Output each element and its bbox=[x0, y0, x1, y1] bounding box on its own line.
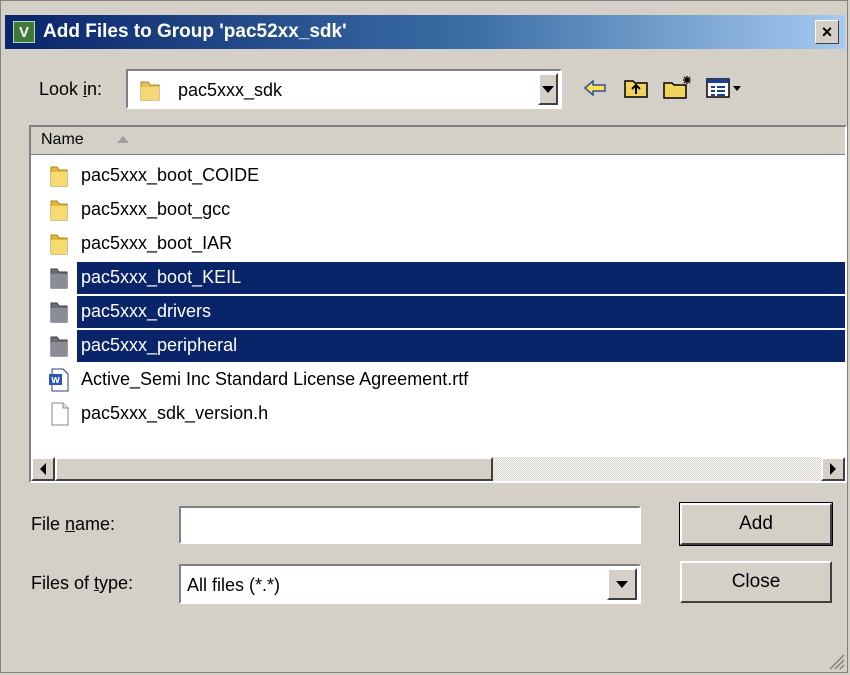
up-one-level-button[interactable] bbox=[621, 75, 651, 101]
window-title: Add Files to Group 'pac52xx_sdk' bbox=[43, 21, 347, 42]
look-in-value: pac5xxx_sdk bbox=[178, 80, 283, 100]
new-folder-icon bbox=[663, 76, 691, 99]
folder-icon bbox=[47, 164, 71, 188]
list-item-label: pac5xxx_boot_IAR bbox=[81, 233, 233, 253]
files-of-type-select[interactable]: All files (*.*) bbox=[179, 564, 641, 604]
files-of-type-value: All files (*.*) bbox=[187, 575, 281, 595]
look-in-label: Look in: bbox=[39, 79, 103, 99]
column-header-name[interactable]: Name bbox=[31, 127, 845, 155]
chevron-right-icon bbox=[830, 463, 836, 475]
list-item[interactable]: pac5xxx_boot_KEIL bbox=[31, 260, 845, 294]
list-item[interactable]: pac5xxx_drivers bbox=[31, 294, 845, 328]
scroll-right-button[interactable] bbox=[821, 457, 845, 481]
add-button[interactable]: Add bbox=[679, 502, 833, 546]
files-of-type-label: Files of type: bbox=[31, 573, 134, 593]
view-menu-button[interactable] bbox=[705, 75, 745, 101]
list-item-label: pac5xxx_peripheral bbox=[81, 335, 238, 355]
folder-icon bbox=[47, 232, 71, 256]
list-item-label: pac5xxx_sdk_version.h bbox=[81, 403, 269, 423]
close-window-button[interactable]: × bbox=[815, 20, 839, 44]
file-name-label: File name: bbox=[31, 514, 116, 534]
list-item[interactable]: W Active_Semi Inc Standard License Agreem… bbox=[31, 362, 845, 396]
word-document-icon: W bbox=[47, 368, 71, 392]
files-of-type-dropdown-button[interactable] bbox=[607, 568, 637, 600]
list-item-label: Active_Semi Inc Standard License Agreeme… bbox=[81, 369, 469, 389]
svg-text:W: W bbox=[51, 376, 60, 385]
look-in-combobox[interactable]: pac5xxx_sdk bbox=[126, 69, 562, 109]
back-arrow-icon bbox=[583, 79, 606, 97]
folder-icon bbox=[47, 334, 71, 358]
list-item-label: pac5xxx_boot_COIDE bbox=[81, 165, 260, 185]
view-menu-icon bbox=[706, 78, 741, 98]
chevron-down-icon bbox=[616, 580, 628, 588]
back-button[interactable] bbox=[581, 75, 609, 101]
list-item[interactable]: pac5xxx_sdk_version.h bbox=[31, 396, 845, 430]
column-header-label: Name bbox=[41, 131, 84, 148]
folder-icon bbox=[140, 81, 160, 101]
folder-icon bbox=[47, 266, 71, 290]
list-item[interactable]: pac5xxx_peripheral bbox=[31, 328, 845, 362]
scroll-left-button[interactable] bbox=[31, 457, 55, 481]
up-folder-icon bbox=[624, 80, 648, 98]
add-files-dialog: V Add Files to Group 'pac52xx_sdk' × Loo… bbox=[0, 0, 848, 673]
close-button[interactable]: Close bbox=[680, 561, 832, 603]
look-in-dropdown-button[interactable] bbox=[538, 73, 558, 105]
chevron-down-icon bbox=[542, 85, 554, 93]
list-item-label: pac5xxx_drivers bbox=[81, 301, 212, 321]
list-item[interactable]: pac5xxx_boot_IAR bbox=[31, 226, 845, 260]
resize-grip-icon[interactable] bbox=[827, 652, 845, 670]
chevron-left-icon bbox=[40, 463, 46, 475]
list-item-label: pac5xxx_boot_KEIL bbox=[81, 267, 242, 287]
sort-ascending-icon bbox=[117, 136, 129, 143]
title-bar[interactable]: V Add Files to Group 'pac52xx_sdk' × bbox=[5, 15, 845, 49]
text-file-icon bbox=[47, 402, 71, 426]
file-list[interactable]: Name pac5xxx_boot_COIDE pac5xxx_boot_gccp… bbox=[29, 125, 847, 483]
file-name-input[interactable] bbox=[179, 506, 641, 544]
folder-icon bbox=[47, 300, 71, 324]
horizontal-scrollbar[interactable] bbox=[31, 457, 845, 481]
create-new-folder-button[interactable] bbox=[661, 73, 695, 101]
folder-icon bbox=[47, 198, 71, 222]
list-item-label: pac5xxx_boot_gcc bbox=[81, 199, 231, 219]
app-icon: V bbox=[13, 21, 35, 43]
list-item[interactable]: pac5xxx_boot_gcc bbox=[31, 192, 845, 226]
scroll-thumb[interactable] bbox=[55, 457, 493, 481]
close-icon: × bbox=[821, 21, 833, 42]
list-item[interactable]: pac5xxx_boot_COIDE bbox=[31, 158, 845, 192]
